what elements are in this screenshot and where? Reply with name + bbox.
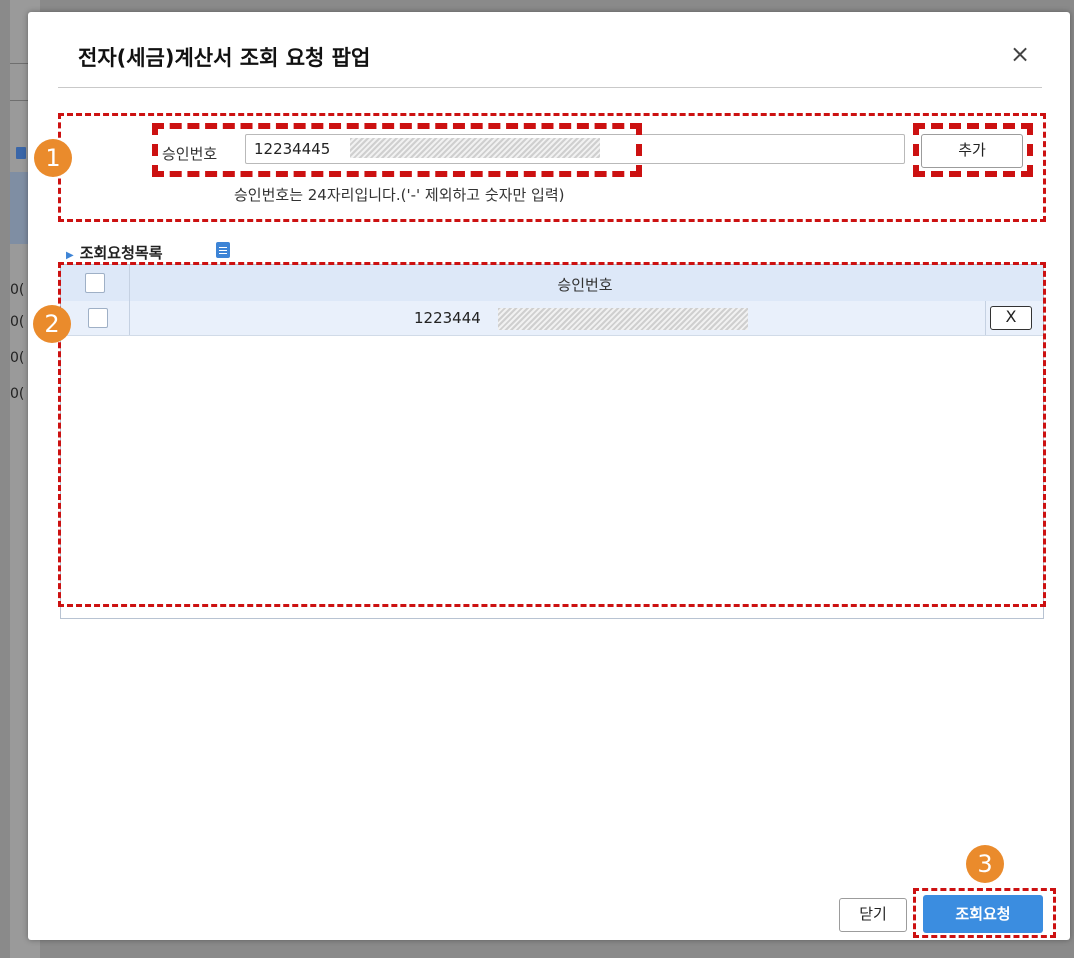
background-icon: [16, 147, 26, 159]
background-row-fragment: 0(: [10, 314, 25, 330]
triangle-icon: ▶: [66, 250, 74, 261]
step-badge-2: 2: [33, 305, 71, 343]
modal-title: 전자(세금)계산서 조회 요청 팝업: [78, 46, 371, 70]
step-badge-3: 3: [966, 845, 1004, 883]
request-list-heading-label: 조회요청목록: [79, 244, 163, 262]
background-row-fragment: 0(: [10, 386, 25, 402]
request-list-heading: ▶ 조회요청목록: [66, 242, 163, 263]
close-button[interactable]: 닫기: [839, 898, 907, 932]
highlight-approval-field: [152, 123, 642, 177]
highlight-query-button: [913, 888, 1056, 938]
close-icon[interactable]: ×: [1010, 40, 1030, 68]
excel-icon[interactable]: [216, 242, 230, 258]
highlight-request-list: [58, 262, 1046, 607]
background-row-fragment: 0(: [10, 350, 25, 366]
background-row-fragment: 0(: [10, 282, 25, 298]
title-divider: [58, 87, 1042, 88]
step-badge-1: 1: [34, 139, 72, 177]
lookup-request-modal: 전자(세금)계산서 조회 요청 팝업 × 승인번호 12234445 추가 승인…: [28, 12, 1070, 940]
highlight-add-button: [913, 123, 1033, 177]
